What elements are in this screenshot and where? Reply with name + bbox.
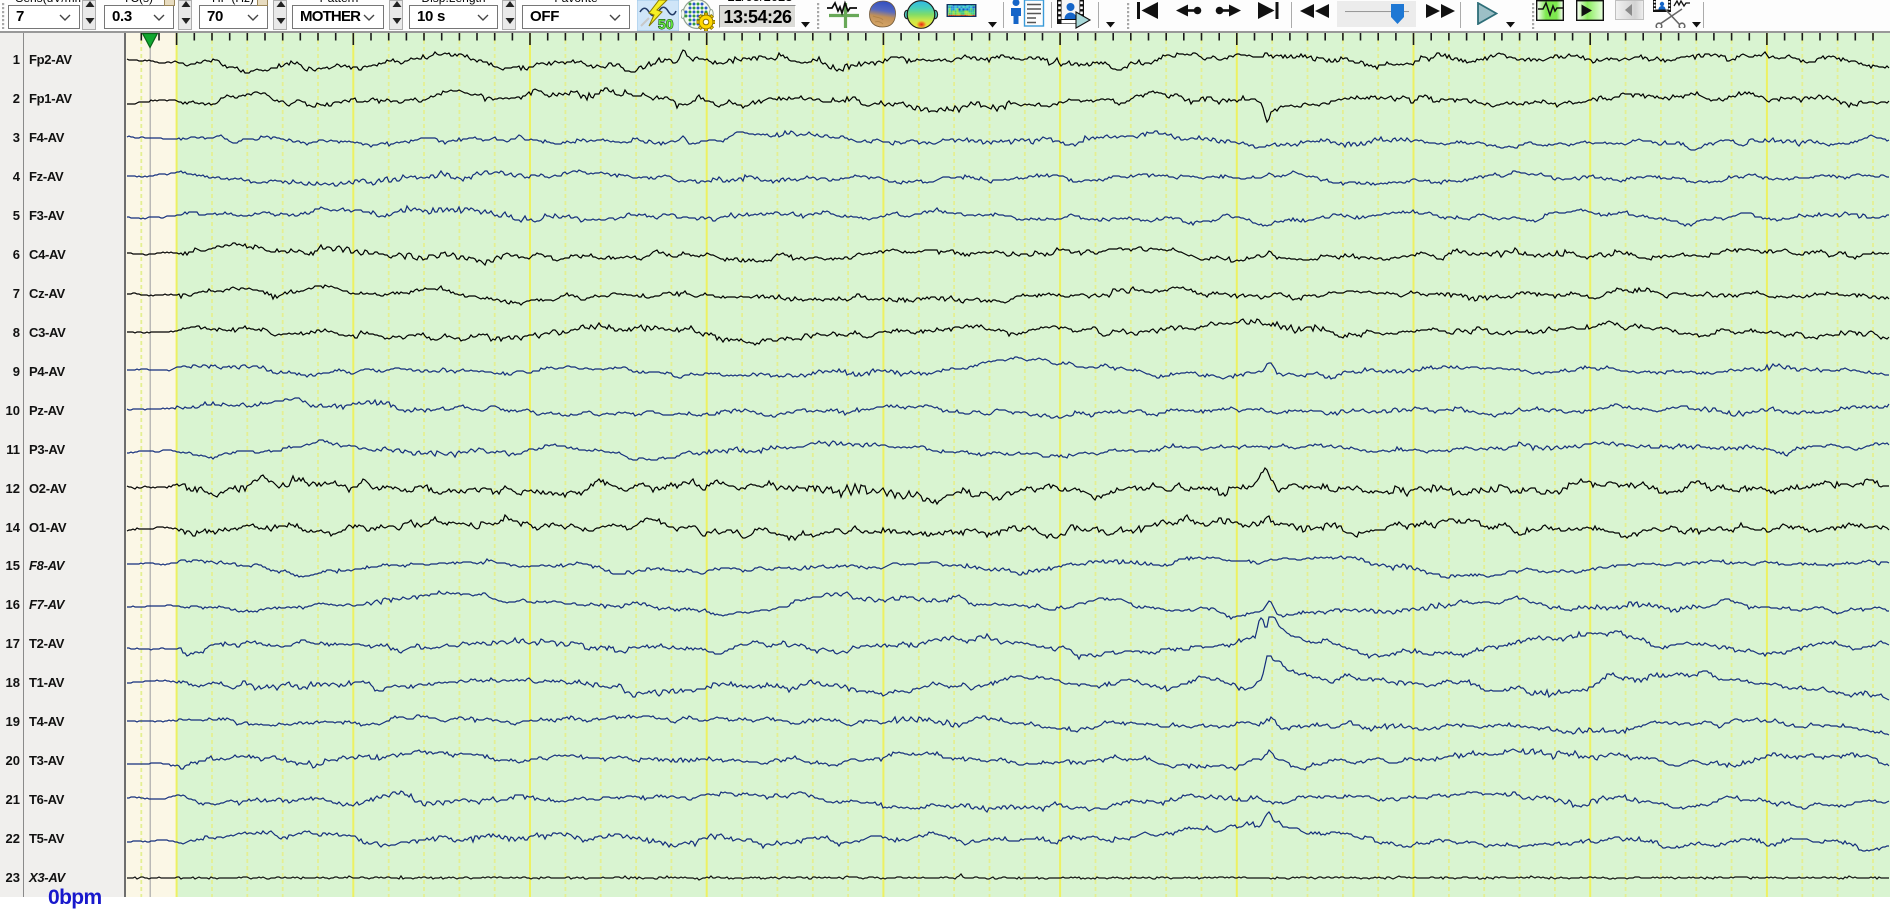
svg-text:50: 50 xyxy=(658,16,674,31)
